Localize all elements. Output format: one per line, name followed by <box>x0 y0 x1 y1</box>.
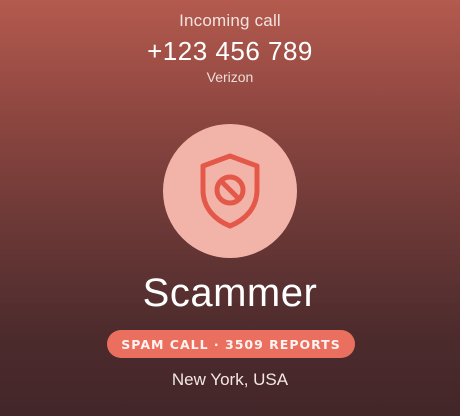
incoming-call-screen: Incoming call +123 456 789 Verizon Scamm… <box>0 0 460 416</box>
spam-badge: SPAM CALL · 3509 REPORTS <box>107 330 355 358</box>
caller-name: Scammer <box>142 271 318 315</box>
phone-number: +123 456 789 <box>147 36 313 66</box>
caller-avatar <box>163 124 297 258</box>
caller-location: New York, USA <box>171 370 289 389</box>
call-status-label: Incoming call <box>179 11 281 30</box>
shield-block-icon <box>200 153 260 229</box>
carrier-label: Verizon <box>206 69 254 85</box>
call-header: Incoming call +123 456 789 Verizon <box>0 10 460 86</box>
